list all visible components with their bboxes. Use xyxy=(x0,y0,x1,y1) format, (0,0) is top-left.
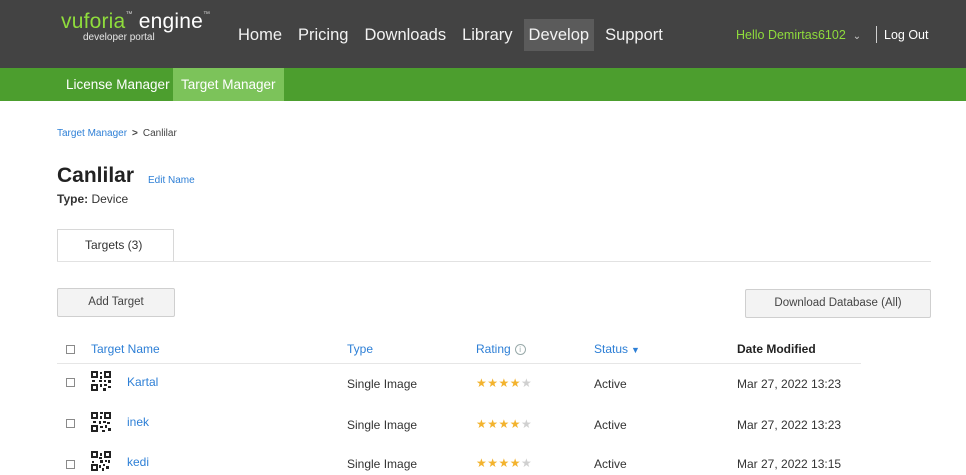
nav-pricing[interactable]: Pricing xyxy=(293,19,353,51)
logo-subtitle: developer portal xyxy=(83,32,155,43)
table-header-divider xyxy=(57,363,861,364)
tab-underline xyxy=(57,261,931,262)
column-rating[interactable]: Rating i xyxy=(476,342,526,356)
info-circle-icon[interactable]: i xyxy=(514,344,526,355)
subnav-target-manager[interactable]: Target Manager xyxy=(173,68,284,101)
target-status: Active xyxy=(594,377,627,391)
user-menu[interactable]: Hello Demirtas6102 ⌄ xyxy=(736,28,861,42)
row-checkbox[interactable] xyxy=(66,460,75,469)
breadcrumb-current: Canlilar xyxy=(142,128,177,139)
page-title: Canlilar xyxy=(57,164,135,187)
target-type: Single Image xyxy=(347,418,418,432)
edit-name-link[interactable]: Edit Name xyxy=(148,175,195,186)
breadcrumb: Target Manager > Canlilar xyxy=(57,128,177,139)
subnav-license-manager[interactable]: License Manager xyxy=(58,68,178,101)
nav-divider xyxy=(876,26,877,43)
nav-support[interactable]: Support xyxy=(600,19,668,51)
column-date-modified[interactable]: Date Modified xyxy=(737,342,816,356)
qr-code-icon xyxy=(91,451,111,471)
nav-downloads[interactable]: Downloads xyxy=(359,19,451,51)
column-status-label: Status xyxy=(594,342,629,356)
target-status: Active xyxy=(594,418,627,432)
download-database-button[interactable]: Download Database (All) xyxy=(745,289,931,318)
top-navigation-bar: vuforia™ engine™ developer portal Home P… xyxy=(0,0,966,68)
row-checkbox[interactable] xyxy=(66,378,75,387)
logo-brand-engine: engine xyxy=(138,10,203,33)
column-target-name[interactable]: Target Name xyxy=(91,342,160,356)
target-name-link[interactable]: inek xyxy=(127,415,149,429)
tab-targets[interactable]: Targets (3) xyxy=(57,229,174,262)
nav-develop[interactable]: Develop xyxy=(523,19,595,51)
rating-stars: ★★★★★ xyxy=(476,456,533,470)
target-type: Single Image xyxy=(347,457,418,471)
column-rating-label: Rating xyxy=(476,342,511,356)
column-type[interactable]: Type xyxy=(347,342,373,356)
logo-brand-main: vuforia xyxy=(61,10,126,33)
chevron-down-icon: ▼ xyxy=(631,345,640,355)
add-target-button[interactable]: Add Target xyxy=(57,288,175,317)
target-name-link[interactable]: Kartal xyxy=(127,375,158,389)
target-status: Active xyxy=(594,457,627,471)
rating-stars: ★★★★★ xyxy=(476,417,533,431)
type-label: Type: xyxy=(57,192,89,206)
column-status[interactable]: Status ▼ xyxy=(594,342,640,356)
target-name-link[interactable]: kedi xyxy=(127,455,149,469)
database-type: Type: Device xyxy=(57,192,128,206)
select-all-checkbox[interactable] xyxy=(66,345,75,354)
qr-code-icon xyxy=(91,371,111,391)
main-nav: Home Pricing Downloads Library Develop S… xyxy=(233,19,674,51)
qr-code-icon xyxy=(91,412,111,432)
nav-library[interactable]: Library xyxy=(457,19,517,51)
vuforia-logo[interactable]: vuforia™ engine™ developer portal xyxy=(61,11,210,43)
target-date-modified: Mar 27, 2022 13:23 xyxy=(737,418,842,432)
chevron-down-icon: ⌄ xyxy=(852,31,862,42)
nav-home[interactable]: Home xyxy=(233,19,287,51)
target-type: Single Image xyxy=(347,377,418,391)
logout-link[interactable]: Log Out xyxy=(884,28,928,42)
type-value: Device xyxy=(91,192,129,206)
user-greeting: Hello Demirtas6102 xyxy=(736,28,846,42)
rating-stars: ★★★★★ xyxy=(476,376,533,390)
row-checkbox[interactable] xyxy=(66,419,75,428)
target-date-modified: Mar 27, 2022 13:23 xyxy=(737,377,842,391)
sub-navigation-bar: License Manager Target Manager xyxy=(0,68,966,101)
breadcrumb-target-manager[interactable]: Target Manager xyxy=(57,128,127,139)
logo-tm-2: ™ xyxy=(202,11,211,18)
logo-tm: ™ xyxy=(125,11,133,18)
breadcrumb-separator-icon: > xyxy=(132,128,138,139)
target-date-modified: Mar 27, 2022 13:15 xyxy=(737,457,842,471)
